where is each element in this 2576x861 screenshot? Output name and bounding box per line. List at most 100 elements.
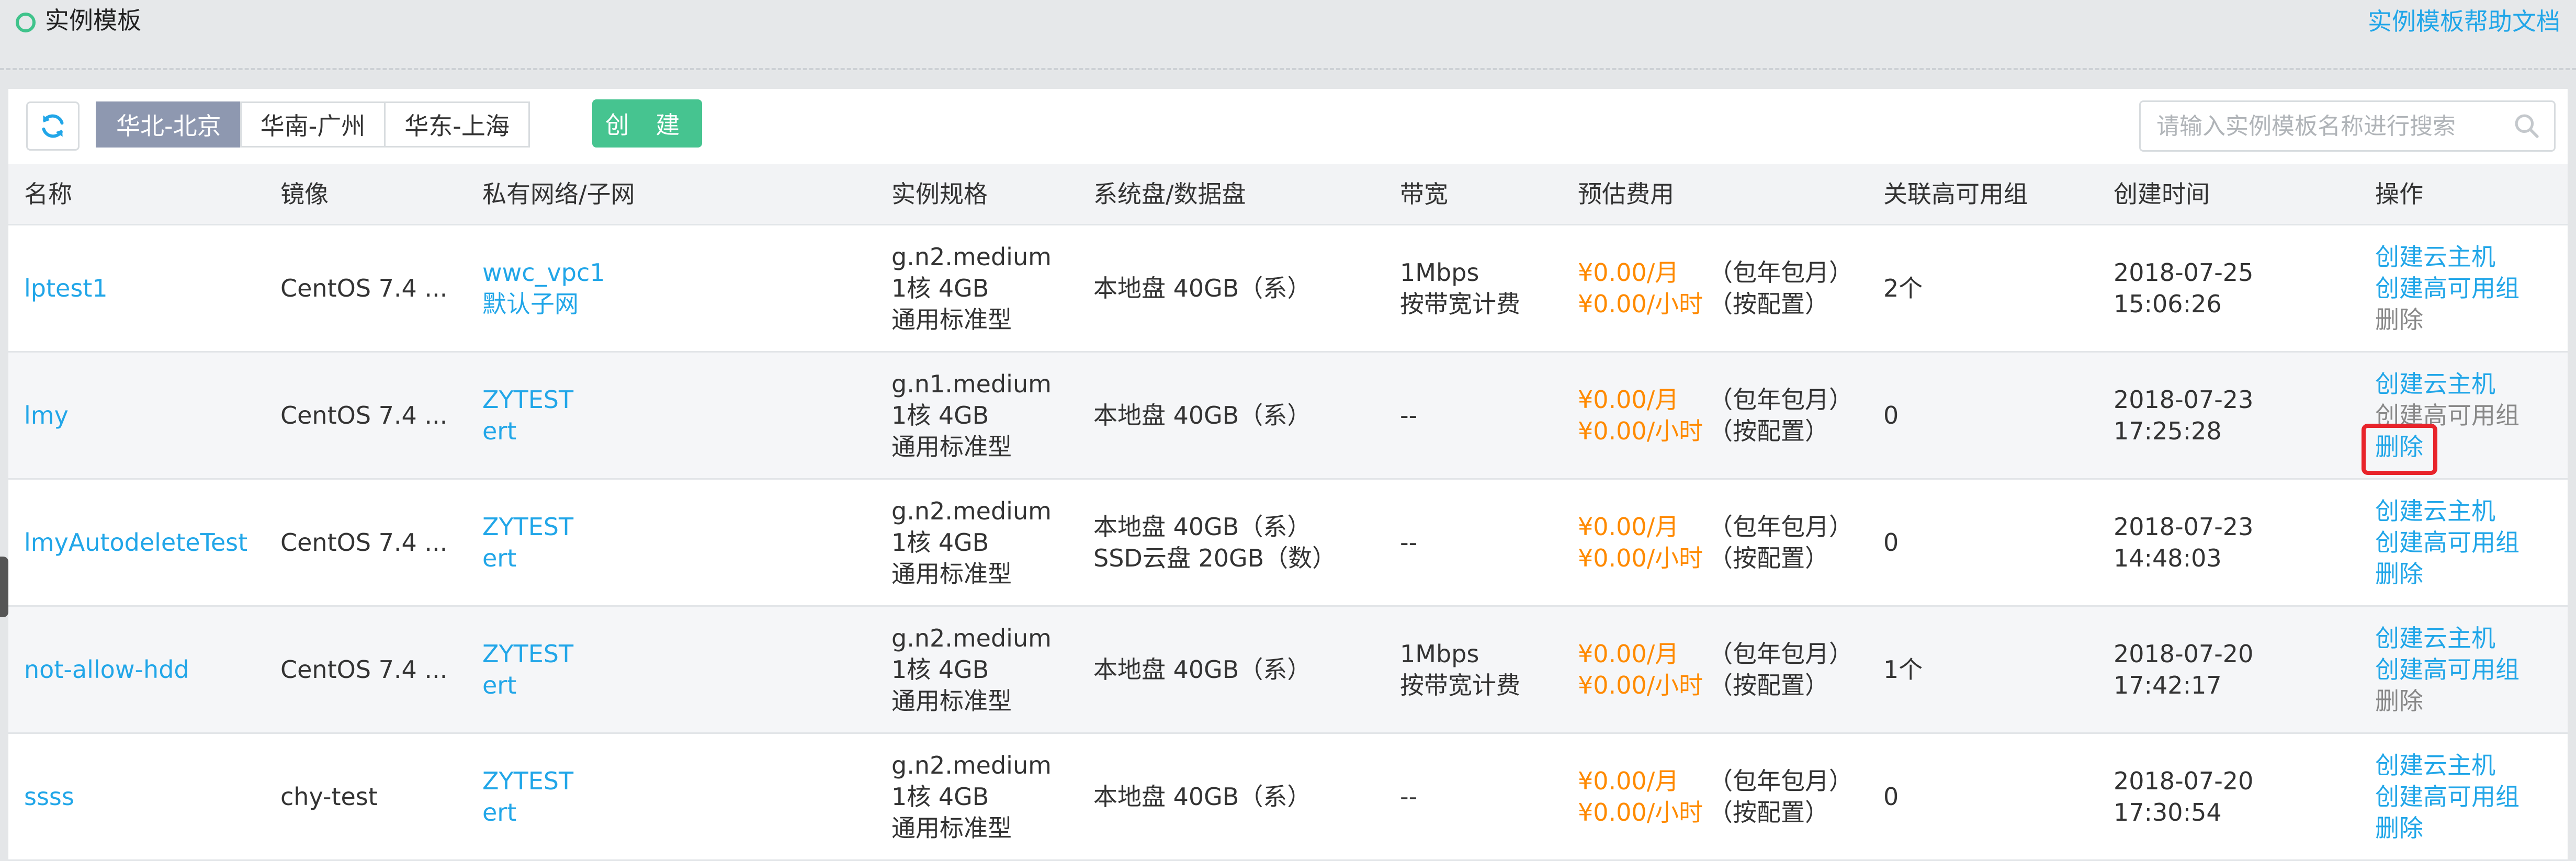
search-button[interactable]: [2510, 109, 2544, 143]
tab-region-2[interactable]: 华南-广州: [240, 101, 386, 148]
create-instance-link[interactable]: 创建云主机: [2375, 241, 2519, 273]
cell-ha-group: 2个: [1883, 225, 1923, 351]
cell-fee: ¥0.00/月 （包年包月） ¥0.00/小时 （按配置）: [1578, 607, 1853, 732]
created-time-line: 17:42:17: [2114, 671, 2222, 699]
disk-line: 本地盘 40GB（系）: [1093, 783, 1312, 811]
fee-mode: （包年包月）: [1709, 258, 1853, 287]
vpc-link[interactable]: ZYTEST: [482, 511, 573, 542]
toolbar: 华北-北京 华南-广州 华东-上海 创 建: [8, 89, 2568, 164]
fee-mode: （按配置）: [1709, 798, 1829, 826]
vpc-link[interactable]: ZYTEST: [482, 638, 573, 670]
subnet-link[interactable]: ert: [482, 542, 573, 574]
create-ha-group-link[interactable]: 创建高可用组: [2375, 781, 2519, 812]
template-name-link[interactable]: ssss: [24, 781, 74, 812]
subnet-link[interactable]: ert: [482, 415, 573, 447]
create-ha-group-link: 创建高可用组: [2375, 401, 2519, 429]
cell-created: 2018-07-20 17:30:54: [2114, 734, 2253, 859]
fee-line: ¥0.00/月 （包年包月）: [1578, 511, 1853, 542]
spec-line: 通用标准型: [891, 687, 1012, 715]
fee-price: ¥0.00/月: [1578, 767, 1679, 795]
fee-line: ¥0.00/月 （包年包月）: [1578, 257, 1853, 288]
cell-disks: 本地盘 40GB（系）: [1093, 353, 1311, 478]
create-instance-link[interactable]: 创建云主机: [2375, 368, 2519, 400]
status-dot-icon: [16, 13, 36, 32]
fee-line: ¥0.00/小时 （按配置）: [1578, 670, 1853, 701]
vpc-link[interactable]: wwc_vpc1: [482, 257, 605, 288]
cell-fee: ¥0.00/月 （包年包月） ¥0.00/小时 （按配置）: [1578, 480, 1853, 605]
cell-spec: g.n2.medium 1核 4GB 通用标准型: [891, 734, 1052, 859]
cell-created: 2018-07-20 17:42:17: [2114, 607, 2253, 732]
cell-spec: g.n2.medium 1核 4GB 通用标准型: [891, 480, 1052, 605]
spec-line: 1核 4GB: [891, 274, 989, 302]
create-instance-link[interactable]: 创建云主机: [2375, 750, 2519, 781]
create-ha-group-link[interactable]: 创建高可用组: [2375, 527, 2519, 558]
page-title: 实例模板: [45, 6, 141, 35]
vpc-link[interactable]: ZYTEST: [482, 384, 573, 415]
search-icon: [2515, 114, 2539, 138]
spec-line: 通用标准型: [891, 814, 1012, 842]
cell-bandwidth: --: [1400, 353, 1417, 478]
bandwidth-line: 按带宽计费: [1400, 290, 1520, 318]
template-name-link[interactable]: not-allow-hdd: [24, 654, 189, 685]
image-name: CentOS 7.4 ...: [280, 655, 448, 684]
subnet-link[interactable]: ert: [482, 670, 573, 701]
template-name-link[interactable]: lptest1: [24, 273, 108, 304]
delete-link[interactable]: 删除: [2375, 812, 2519, 844]
delete-link[interactable]: 删除: [2375, 431, 2519, 462]
side-handle[interactable]: [0, 557, 8, 617]
disk-line: 本地盘 40GB（系）: [1093, 655, 1312, 684]
help-doc-link[interactable]: 实例模板帮助文档: [2368, 7, 2560, 36]
cell-actions: 创建云主机 创建高可用组 删除: [2375, 734, 2519, 859]
delete-link[interactable]: 删除: [2375, 558, 2519, 590]
refresh-icon: [42, 114, 64, 138]
tab-region-3[interactable]: 华东-上海: [384, 101, 530, 148]
table-body: lptest1 CentOS 7.4 ... wwc_vpc1 默认子网 g.n2.me…: [8, 225, 2568, 861]
cell-ha-group: 0: [1883, 734, 1899, 859]
template-name-link[interactable]: lmyAutodeleteTest: [24, 527, 247, 558]
search-input[interactable]: [2141, 102, 2502, 150]
created-time-line: 2018-07-23: [2114, 513, 2254, 541]
cell-vpc: ZYTEST ert: [482, 480, 573, 605]
column-header: 名称: [24, 180, 72, 208]
cell-image: chy-test: [280, 734, 378, 859]
page-header: 实例模板 实例模板帮助文档: [0, 0, 2576, 70]
fee-price: ¥0.00/月: [1578, 513, 1679, 541]
create-ha-group-link[interactable]: 创建高可用组: [2375, 654, 2519, 685]
column-header: 实例规格: [891, 180, 988, 208]
cell-created: 2018-07-23 14:48:03: [2114, 480, 2253, 605]
subnet-link[interactable]: ert: [482, 797, 573, 828]
cell-actions: 创建云主机 创建高可用组 删除: [2375, 225, 2519, 351]
create-button[interactable]: 创 建: [592, 99, 702, 148]
table-row: lmy CentOS 7.4 ... ZYTEST ert g.n1.medium 1核 …: [8, 353, 2568, 480]
region-tabs: 华北-北京 华南-广州 华东-上海: [96, 101, 530, 148]
column-header: 操作: [2375, 180, 2423, 208]
fee-line: ¥0.00/小时 （按配置）: [1578, 797, 1853, 828]
fee-mode: （按配置）: [1709, 290, 1829, 318]
subnet-link[interactable]: 默认子网: [482, 288, 605, 320]
fee-mode: （按配置）: [1709, 671, 1829, 699]
create-ha-group-link[interactable]: 创建高可用组: [2375, 273, 2519, 304]
cell-disks: 本地盘 40GB（系） SSD云盘 20GB（数）: [1093, 480, 1336, 605]
vpc-link[interactable]: ZYTEST: [482, 765, 573, 797]
cell-ha-group: 1个: [1883, 607, 1923, 732]
cell-spec: g.n1.medium 1核 4GB 通用标准型: [891, 353, 1052, 478]
template-name-link[interactable]: lmy: [24, 400, 69, 431]
tab-region-1[interactable]: 华北-北京: [96, 101, 242, 148]
cell-name: not-allow-hdd: [24, 607, 189, 732]
cell-image: CentOS 7.4 ...: [280, 480, 447, 605]
template-panel: 华北-北京华南-广州华东-上海 创 建 名称 镜像 私有网络/子网 实例规格 系统盘/数…: [8, 89, 2568, 861]
cell-fee: ¥0.00/月 （包年包月） ¥0.00/小时 （按配置）: [1578, 734, 1853, 859]
fee-line: ¥0.00/月 （包年包月）: [1578, 384, 1853, 415]
spec-line: 1核 4GB: [891, 528, 989, 557]
create-instance-link[interactable]: 创建云主机: [2375, 495, 2519, 527]
spec-line: 1核 4GB: [891, 783, 989, 811]
spec-line: 通用标准型: [891, 433, 1012, 461]
fee-price: ¥0.00/小时: [1578, 798, 1703, 826]
create-instance-link[interactable]: 创建云主机: [2375, 622, 2519, 654]
refresh-button[interactable]: [26, 101, 80, 151]
column-header: 系统盘/数据盘: [1093, 180, 1246, 208]
cell-bandwidth: 1Mbps 按带宽计费: [1400, 607, 1520, 732]
fee-price: ¥0.00/小时: [1578, 417, 1703, 445]
fee-mode: （包年包月）: [1709, 386, 1853, 414]
column-header: 创建时间: [2114, 180, 2210, 208]
